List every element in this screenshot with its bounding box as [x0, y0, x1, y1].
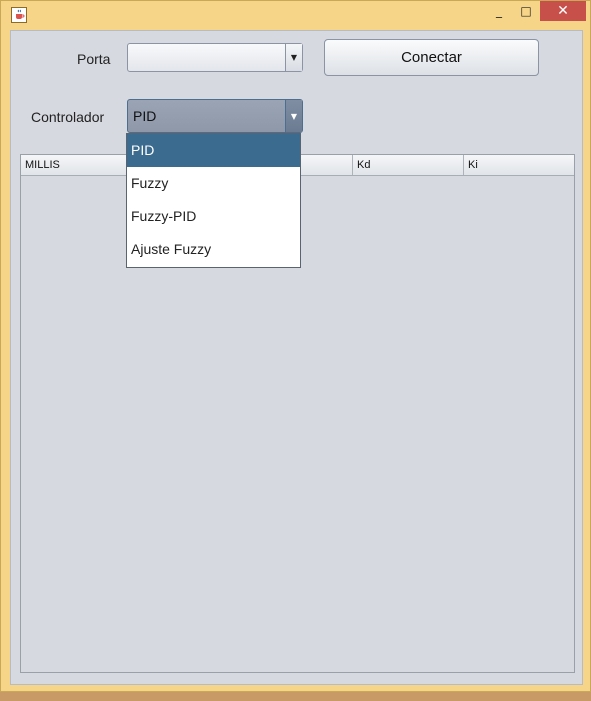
close-button[interactable]: ✕ — [540, 1, 586, 21]
controlador-select[interactable]: PID ▼ — [127, 99, 303, 133]
column-header-kd[interactable]: Kd — [353, 155, 464, 175]
porta-select[interactable]: ▼ — [127, 43, 303, 72]
main-panel: Porta ▼ Conectar Controlador PID ▼ MILLI… — [10, 30, 583, 685]
chevron-down-icon[interactable]: ▼ — [285, 100, 302, 132]
dropdown-option-fuzzy[interactable]: Fuzzy — [127, 167, 300, 200]
column-header-ki[interactable]: Ki — [464, 155, 574, 175]
title-bar[interactable]: _ □ ✕ — [1, 1, 590, 29]
controlador-dropdown-list[interactable]: PID Fuzzy Fuzzy-PID Ajuste Fuzzy — [126, 133, 301, 268]
minimize-button[interactable]: _ — [486, 1, 512, 21]
java-cup-icon[interactable] — [11, 7, 27, 23]
conectar-button[interactable]: Conectar — [324, 39, 539, 76]
maximize-button[interactable]: □ — [513, 1, 539, 21]
controlador-label: Controlador — [31, 109, 105, 125]
porta-label: Porta — [77, 51, 111, 67]
dropdown-option-pid[interactable]: PID — [127, 134, 300, 167]
chevron-down-icon[interactable]: ▼ — [285, 44, 302, 71]
dropdown-option-ajuste-fuzzy[interactable]: Ajuste Fuzzy — [127, 233, 300, 266]
controlador-value: PID — [133, 108, 157, 124]
app-window: _ □ ✕ Porta ▼ Conectar Controlador PID ▼… — [0, 0, 591, 692]
dropdown-option-fuzzy-pid[interactable]: Fuzzy-PID — [127, 200, 300, 233]
